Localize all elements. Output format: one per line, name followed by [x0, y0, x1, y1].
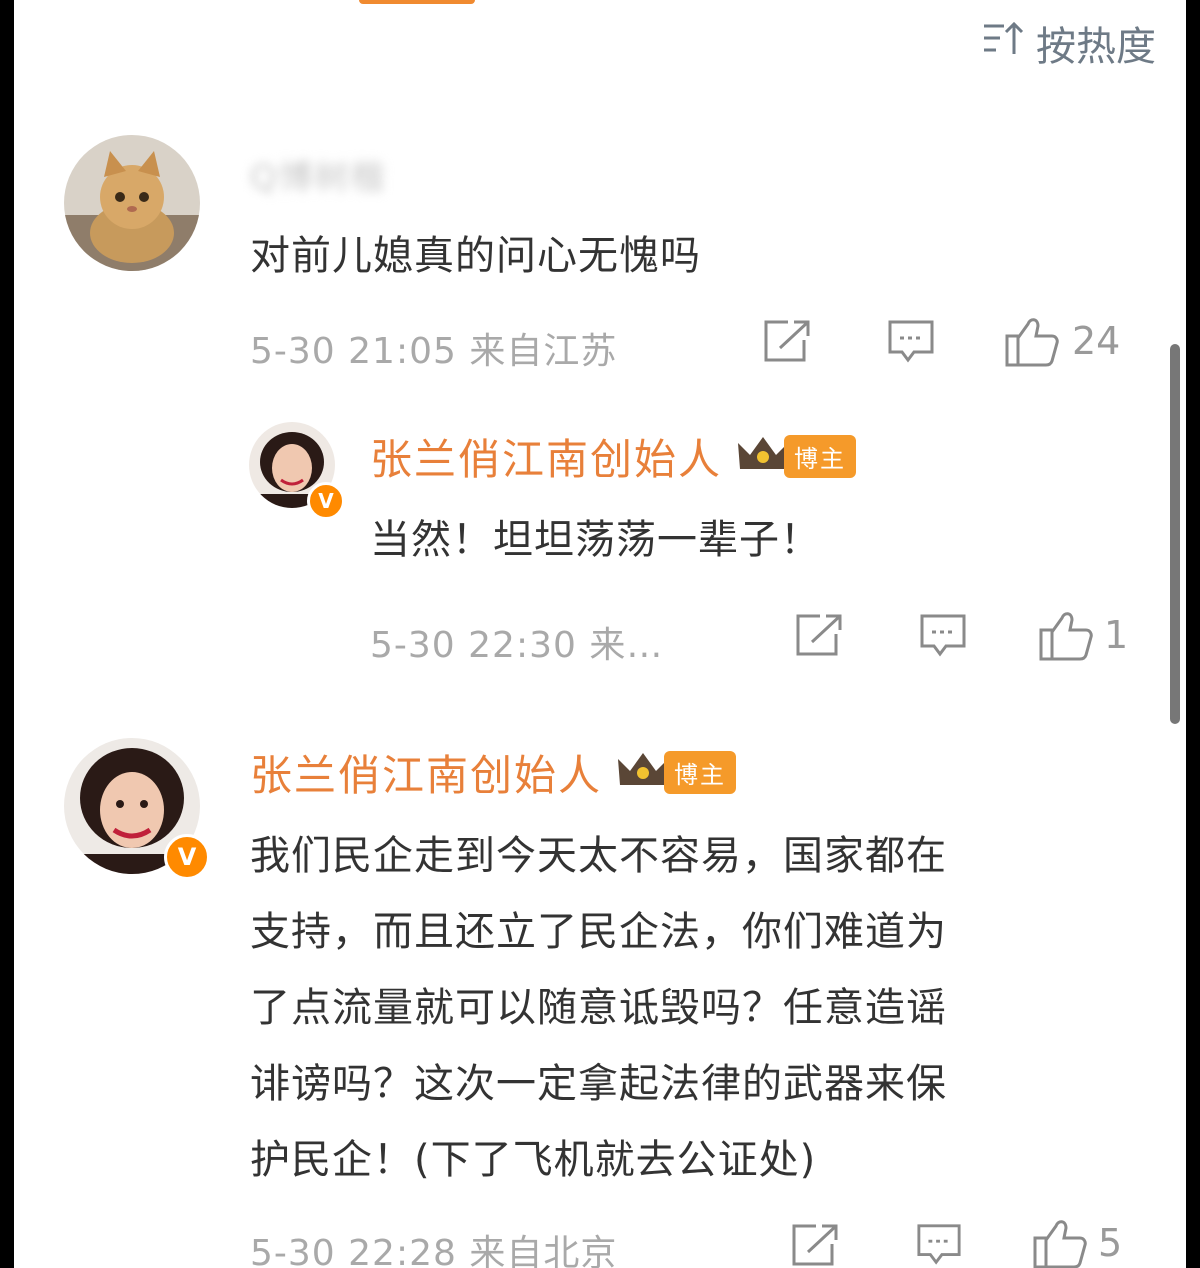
scrollbar[interactable]: [1170, 344, 1180, 724]
comment-date: 5-30: [250, 331, 336, 372]
avatar-cat[interactable]: [64, 135, 200, 271]
comment-username[interactable]: 张兰俏江南创始人: [250, 742, 602, 803]
reply-share-button[interactable]: [794, 612, 844, 658]
comment-meta: 5-30 21:05 来自江苏: [250, 322, 617, 374]
sort-label: 按热度: [1036, 24, 1156, 70]
reply-header: 张兰俏江南创始人 博主: [370, 426, 857, 487]
share-button[interactable]: [790, 1222, 840, 1268]
reply-location: 来…: [589, 625, 664, 666]
like-count: 1: [1104, 613, 1129, 657]
share-button[interactable]: [762, 318, 812, 364]
like-button[interactable]: 5: [1032, 1216, 1122, 1268]
comment-location: 来自北京: [469, 1233, 618, 1268]
comment-text: 对前儿媳真的问心无愧吗: [250, 233, 701, 279]
badge-label: 博主: [784, 435, 857, 478]
thumbs-up-icon: [1038, 608, 1094, 662]
comment-screen: 按热度 Q博树楷 对前儿媳真的问心无愧吗 5-30 21:05 来自江苏 24 …: [14, 0, 1186, 1268]
share-icon: [762, 318, 812, 364]
comment-icon: [914, 1222, 964, 1268]
reply-time: 22:30: [468, 625, 577, 666]
sort-icon: [982, 18, 1026, 68]
comment-body: 我们民企走到今天太不容易，国家都在 支持，而且还立了民企法，你们难道为 了点流量…: [250, 818, 1130, 1198]
share-icon: [790, 1222, 840, 1268]
comment-line: 护民企！(下了飞机就去公证处): [250, 1137, 817, 1183]
active-tab-indicator: [359, 0, 475, 4]
comment-time: 21:05: [348, 331, 457, 372]
comment-line: 我们民企走到今天太不容易，国家都在: [250, 833, 947, 879]
verified-badge-icon: V: [164, 834, 210, 880]
comment-date: 5-30: [250, 1233, 336, 1268]
sort-by-heat-button[interactable]: 按热度: [982, 14, 1156, 72]
comment-icon: [918, 612, 968, 660]
reply-button[interactable]: [914, 1222, 964, 1268]
like-button[interactable]: 24: [1004, 314, 1120, 368]
reply-comment-button[interactable]: [918, 612, 968, 660]
reply-like-button[interactable]: 1: [1038, 608, 1128, 662]
crown-icon: [736, 435, 790, 479]
author-badge: 博主: [616, 751, 737, 795]
like-count: 24: [1072, 319, 1121, 363]
crown-icon: [616, 751, 670, 795]
reply-text: 当然！坦坦荡荡一辈子！: [370, 517, 821, 563]
reply-button[interactable]: [886, 318, 936, 366]
comment-line: 诽谤吗？这次一定拿起法律的武器来保: [250, 1061, 947, 1107]
username-blurred[interactable]: Q博树楷: [250, 150, 387, 199]
comment-meta: 5-30 22:28 来自北京: [250, 1224, 617, 1268]
comment-line: 了点流量就可以随意诋毁吗？任意造谣: [250, 985, 947, 1031]
verified-badge-icon: V: [307, 482, 345, 520]
comment-header: 张兰俏江南创始人 博主: [250, 742, 737, 803]
author-badge: 博主: [736, 435, 857, 479]
thumbs-up-icon: [1032, 1216, 1088, 1268]
comment-time: 22:28: [348, 1233, 457, 1268]
thumbs-up-icon: [1004, 314, 1060, 368]
comment-line: 支持，而且还立了民企法，你们难道为: [250, 909, 947, 955]
reply-username[interactable]: 张兰俏江南创始人: [370, 426, 722, 487]
comment-icon: [886, 318, 936, 366]
share-icon: [794, 612, 844, 658]
like-count: 5: [1098, 1221, 1123, 1265]
comment-location: 来自江苏: [469, 331, 618, 372]
badge-label: 博主: [664, 751, 737, 794]
reply-date: 5-30: [370, 625, 456, 666]
reply-meta: 5-30 22:30 来…: [370, 616, 663, 668]
